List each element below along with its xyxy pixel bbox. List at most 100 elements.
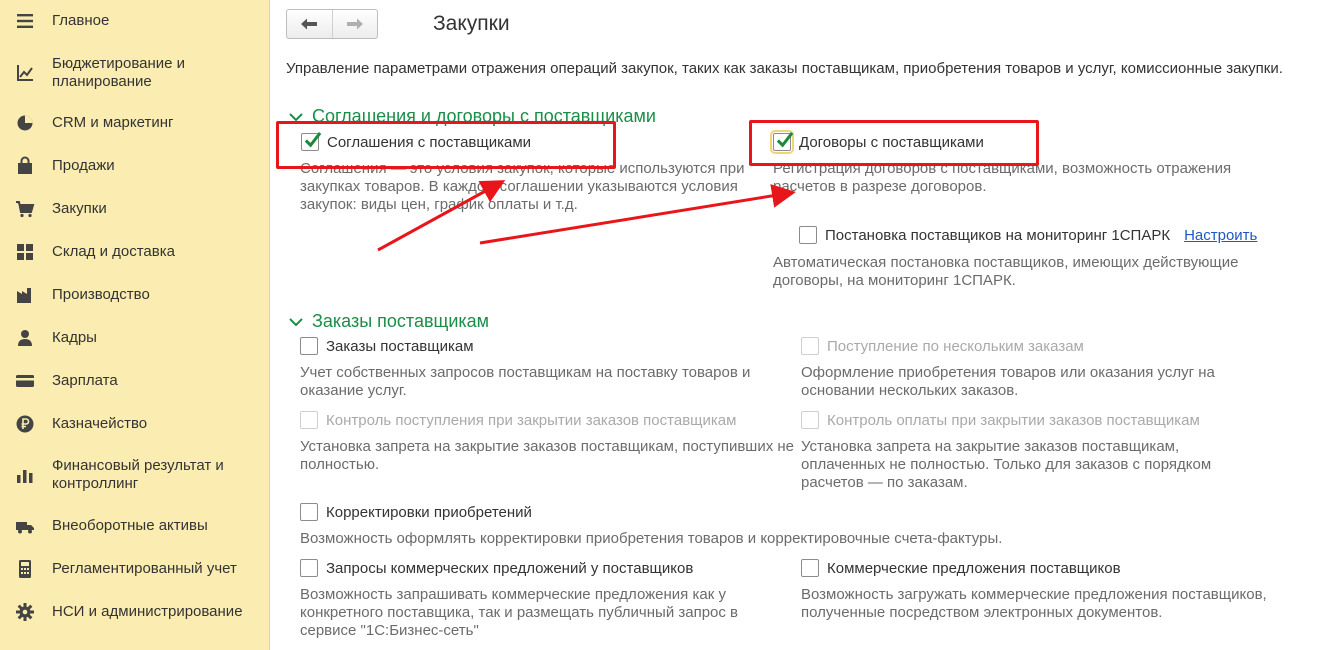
sidebar-item-main[interactable]: Главное bbox=[0, 10, 270, 32]
menu-icon bbox=[14, 10, 36, 32]
sidebar-item-label: Кадры bbox=[52, 329, 97, 346]
sidebar-item-budget[interactable]: Бюджетирование и планирование bbox=[0, 54, 270, 92]
sidebar-item-warehouse[interactable]: Склад и доставка bbox=[0, 241, 270, 263]
sidebar-item-label: Казначейство bbox=[52, 415, 148, 432]
contracts-label[interactable]: Договоры с поставщиками bbox=[799, 134, 984, 151]
orders-checkbox[interactable] bbox=[300, 337, 318, 355]
sidebar-item-label: Склад и доставка bbox=[52, 243, 175, 260]
contracts-checkbox[interactable] bbox=[770, 130, 794, 154]
adjustments-checkbox[interactable] bbox=[300, 503, 318, 521]
section-agreements-header[interactable]: Соглашения и договоры с поставщиками bbox=[288, 106, 656, 127]
offers-hint: Возможность загружать коммерческие предл… bbox=[801, 586, 1267, 621]
sidebar: Главное Бюджетирование и планирование CR… bbox=[0, 0, 270, 650]
sidebar-item-hr[interactable]: Кадры bbox=[0, 327, 270, 349]
sidebar-item-regulated[interactable]: Регламентированный учет bbox=[0, 558, 270, 580]
monitoring-hint: Автоматическая постановка поставщиков, и… bbox=[773, 254, 1239, 289]
sidebar-item-label: CRM и маркетинг bbox=[52, 114, 174, 131]
arrow-left-icon bbox=[301, 18, 318, 30]
contracts-hint: Регистрация договоров с поставщиками, во… bbox=[773, 160, 1232, 195]
warehouse-grid-icon bbox=[14, 241, 36, 263]
orders-label[interactable]: Заказы поставщикам bbox=[326, 338, 474, 355]
sidebar-item-crm[interactable]: CRM и маркетинг bbox=[0, 112, 270, 134]
agreements-label[interactable]: Соглашения с поставщиками bbox=[327, 134, 531, 151]
page-description: Управление параметрами отражения операци… bbox=[286, 60, 1283, 77]
monitoring-label[interactable]: Постановка поставщиков на мониторинг 1СП… bbox=[825, 227, 1170, 244]
back-button[interactable] bbox=[287, 10, 332, 38]
history-nav bbox=[286, 9, 378, 39]
receipt-control-label[interactable]: Контроль поступления при закрытии заказо… bbox=[326, 412, 736, 429]
multi-orders-option: Поступление по нескольким заказам bbox=[801, 335, 1084, 357]
arrow-right-icon bbox=[346, 18, 363, 30]
offers-option: Коммерческие предложения поставщиков bbox=[801, 557, 1121, 579]
bar-chart-icon bbox=[14, 464, 36, 486]
offers-label[interactable]: Коммерческие предложения поставщиков bbox=[827, 560, 1121, 577]
sidebar-item-label: Зарплата bbox=[52, 372, 118, 389]
configure-link[interactable]: Настроить bbox=[1184, 227, 1257, 244]
agreements-checkbox[interactable] bbox=[301, 131, 322, 151]
ruble-coin-icon bbox=[14, 413, 36, 435]
sidebar-item-fixed-assets[interactable]: Внеоборотные активы bbox=[0, 515, 270, 537]
section-title: Соглашения и договоры с поставщиками bbox=[312, 106, 656, 126]
factory-icon bbox=[14, 284, 36, 306]
sidebar-item-label: Внеоборотные активы bbox=[52, 517, 208, 534]
rfq-hint: Возможность запрашивать коммерческие пре… bbox=[300, 586, 739, 639]
rfq-checkbox[interactable] bbox=[300, 559, 318, 577]
receipt-control-checkbox[interactable] bbox=[300, 411, 318, 429]
contracts-option: Договоры с поставщиками bbox=[770, 130, 984, 154]
sidebar-item-label: Главное bbox=[52, 12, 110, 29]
budget-chart-icon bbox=[14, 62, 36, 84]
payment-control-option: Контроль оплаты при закрытии заказов пос… bbox=[801, 409, 1200, 431]
card-icon bbox=[14, 370, 36, 392]
agreements-hint: Соглашения — это условия закупок, которы… bbox=[300, 160, 745, 213]
orders-option: Заказы поставщикам bbox=[300, 335, 474, 357]
adjustments-hint: Возможность оформлять корректировки прио… bbox=[300, 530, 1003, 547]
truck-icon bbox=[14, 515, 36, 537]
multi-orders-checkbox[interactable] bbox=[801, 337, 819, 355]
sidebar-item-label: НСИ и администрирование bbox=[52, 603, 243, 620]
payment-control-hint: Установка запрета на закрытие заказов по… bbox=[801, 438, 1212, 491]
sidebar-item-finance[interactable]: Финансовый результат и контроллинг bbox=[0, 456, 270, 494]
rfq-label[interactable]: Запросы коммерческих предложений у поста… bbox=[326, 560, 693, 577]
monitoring-option: Постановка поставщиков на мониторинг 1СП… bbox=[799, 224, 1257, 246]
chevron-down-icon bbox=[289, 112, 303, 121]
section-orders-header[interactable]: Заказы поставщикам bbox=[288, 311, 489, 332]
sidebar-item-sales[interactable]: Продажи bbox=[0, 155, 270, 177]
monitoring-checkbox[interactable] bbox=[799, 226, 817, 244]
gear-icon bbox=[14, 601, 36, 623]
sidebar-item-production[interactable]: Производство bbox=[0, 284, 270, 306]
section-title: Заказы поставщикам bbox=[312, 311, 490, 331]
chevron-down-icon bbox=[289, 317, 303, 326]
payment-control-checkbox[interactable] bbox=[801, 411, 819, 429]
multi-orders-hint: Оформление приобретения товаров или оказ… bbox=[801, 364, 1215, 399]
sidebar-item-purchases[interactable]: Закупки bbox=[0, 198, 270, 220]
sidebar-item-salary[interactable]: Зарплата bbox=[0, 370, 270, 392]
sidebar-item-treasury[interactable]: Казначейство bbox=[0, 413, 270, 435]
page-title: Закупки bbox=[433, 12, 510, 35]
person-icon bbox=[14, 327, 36, 349]
sidebar-item-label: Бюджетирование и планирование bbox=[52, 55, 186, 90]
calculator-icon bbox=[14, 558, 36, 580]
agreements-option: Соглашения с поставщиками bbox=[301, 131, 531, 153]
pie-chart-icon bbox=[14, 112, 36, 134]
checkmark-icon bbox=[304, 131, 322, 148]
checkmark-icon bbox=[776, 131, 794, 148]
sidebar-item-label: Закупки bbox=[52, 200, 107, 217]
forward-button[interactable] bbox=[331, 10, 377, 38]
sidebar-item-label: Финансовый результат и контроллинг bbox=[52, 457, 224, 492]
shopping-cart-icon bbox=[14, 198, 36, 220]
rfq-option: Запросы коммерческих предложений у поста… bbox=[300, 557, 693, 579]
multi-orders-label[interactable]: Поступление по нескольким заказам bbox=[827, 338, 1084, 355]
adjustments-option: Корректировки приобретений bbox=[300, 501, 532, 523]
main-panel: Закупки Управление параметрами отражения… bbox=[271, 0, 1332, 650]
payment-control-label[interactable]: Контроль оплаты при закрытии заказов пос… bbox=[827, 412, 1200, 429]
orders-hint: Учет собственных запросов поставщикам на… bbox=[300, 364, 751, 399]
receipt-control-hint: Установка запрета на закрытие заказов по… bbox=[300, 438, 794, 473]
shopping-bag-icon bbox=[14, 155, 36, 177]
sidebar-item-label: Производство bbox=[52, 286, 150, 303]
adjustments-label[interactable]: Корректировки приобретений bbox=[326, 504, 532, 521]
sidebar-item-label: Регламентированный учет bbox=[52, 560, 237, 577]
receipt-control-option: Контроль поступления при закрытии заказо… bbox=[300, 409, 736, 431]
sidebar-item-admin[interactable]: НСИ и администрирование bbox=[0, 601, 270, 623]
offers-checkbox[interactable] bbox=[801, 559, 819, 577]
sidebar-item-label: Продажи bbox=[52, 157, 115, 174]
